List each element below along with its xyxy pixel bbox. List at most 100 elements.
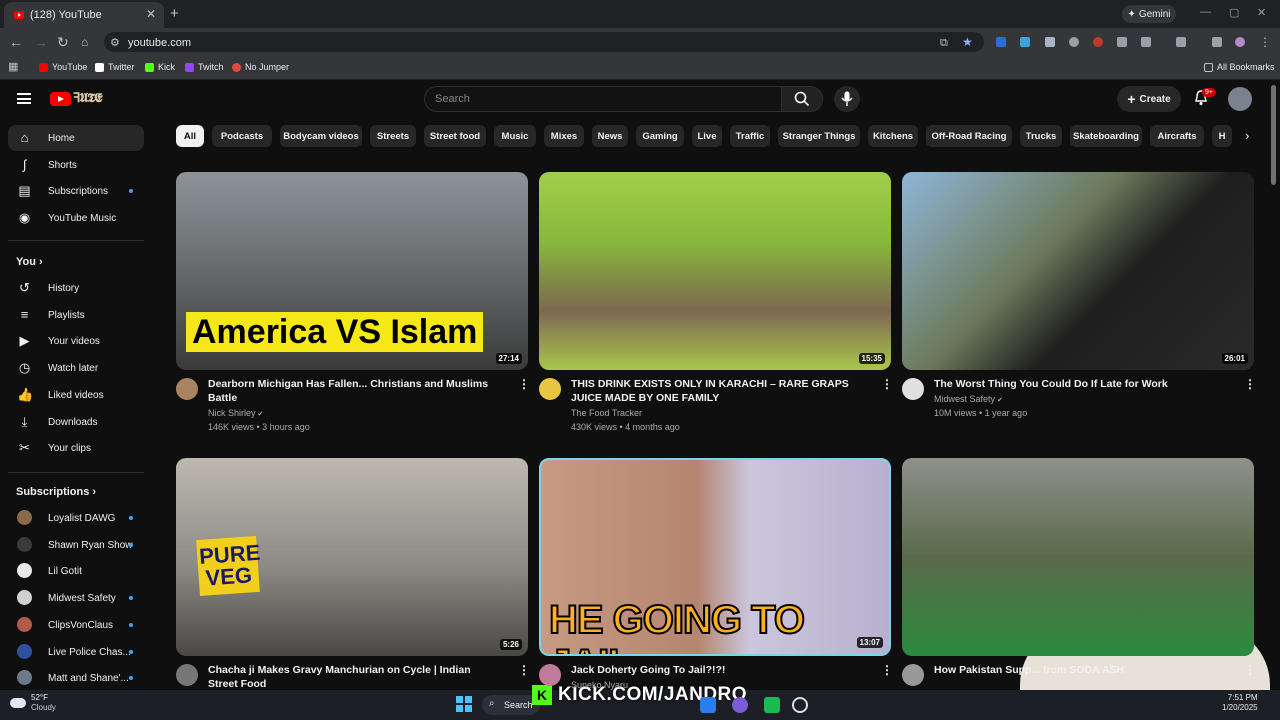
browser-tab[interactable]: (128) YouTube ✕ bbox=[4, 2, 164, 28]
sidebar-item-subscriptions[interactable]: ▤ Subscriptions bbox=[8, 178, 144, 204]
chips-next-chevron-icon[interactable]: › bbox=[1245, 129, 1249, 143]
sidebar-item-midwest-safety[interactable]: Midwest Safety bbox=[8, 585, 144, 611]
sidebar-item-your-videos[interactable]: ▶ Your videos bbox=[8, 328, 144, 354]
video-options-icon[interactable]: ⋮ bbox=[1244, 377, 1256, 391]
video-title[interactable]: Chacha ji Makes Gravy Manchurian on Cycl… bbox=[208, 663, 498, 691]
chip-aircrafts[interactable]: Aircrafts bbox=[1150, 125, 1204, 147]
video-options-icon[interactable]: ⋮ bbox=[881, 663, 893, 677]
channel-avatar[interactable] bbox=[539, 378, 561, 400]
chip-live[interactable]: Live bbox=[692, 125, 722, 147]
sidebar-item-liked-videos[interactable]: 👍 Liked videos bbox=[8, 382, 144, 408]
extensions-puzzle-icon[interactable] bbox=[1141, 37, 1151, 47]
sidebar-item-shorts[interactable]: ∫ Shorts bbox=[8, 152, 144, 178]
video-thumbnail[interactable]: HE GOING TO JAIL 13:07 bbox=[539, 458, 891, 656]
gemini-button[interactable]: ✦ Gemini bbox=[1122, 5, 1176, 23]
youtube-logo-icon[interactable] bbox=[50, 92, 71, 106]
chip-traffic[interactable]: Traffic bbox=[730, 125, 770, 147]
chip-all[interactable]: All bbox=[176, 125, 204, 147]
chip-music[interactable]: Music bbox=[494, 125, 536, 147]
chip-bodycam-videos[interactable]: Bodycam videos bbox=[280, 125, 362, 147]
video-thumbnail[interactable] bbox=[902, 458, 1254, 656]
side-panel-icon[interactable] bbox=[1176, 37, 1186, 47]
channel-avatar[interactable] bbox=[176, 378, 198, 400]
chip-mixes[interactable]: Mixes bbox=[544, 125, 584, 147]
video-options-icon[interactable]: ⋮ bbox=[1244, 663, 1256, 677]
account-avatar[interactable] bbox=[1228, 87, 1252, 111]
sidebar-item-watch-later[interactable]: ◷ Watch later bbox=[8, 355, 144, 381]
extension-1-icon[interactable] bbox=[996, 37, 1006, 47]
maximize-icon[interactable]: ▢ bbox=[1229, 6, 1239, 19]
sidebar-item-home[interactable]: ⌂ Home bbox=[8, 125, 144, 151]
minimize-icon[interactable]: — bbox=[1200, 6, 1211, 18]
extension-3-icon[interactable] bbox=[1045, 37, 1055, 47]
all-bookmarks[interactable]: All Bookmarks bbox=[1204, 62, 1275, 72]
video-title[interactable]: The Worst Thing You Could Do If Late for… bbox=[934, 377, 1224, 391]
bookmark-youtube[interactable]: YouTube bbox=[39, 62, 87, 72]
create-button[interactable]: + Create bbox=[1117, 86, 1181, 112]
reading-list-icon[interactable] bbox=[1212, 37, 1222, 47]
sidebar-item-history[interactable]: ↺ History bbox=[8, 275, 144, 301]
browser-menu-icon[interactable]: ⋮ bbox=[1259, 35, 1271, 49]
brand-doodle[interactable]: ꟻ𝖀𝕿𝕰 bbox=[73, 90, 103, 106]
video-thumbnail[interactable]: America VS Islam 27:14 bbox=[176, 172, 528, 370]
sidebar-item-matt-and-shane[interactable]: Matt and Shane'... bbox=[8, 665, 144, 691]
address-bar[interactable] bbox=[104, 32, 984, 52]
video-options-icon[interactable]: ⋮ bbox=[881, 377, 893, 391]
video-options-icon[interactable]: ⋮ bbox=[518, 377, 530, 391]
new-tab-button[interactable]: + bbox=[170, 5, 179, 22]
sidebar-item-downloads[interactable]: ⤓ Downloads bbox=[8, 409, 144, 435]
video-title[interactable]: Jack Doherty Going To Jail?!?! bbox=[571, 663, 861, 677]
home-browser-icon[interactable]: ⌂ bbox=[81, 35, 88, 49]
chip-streets[interactable]: Streets bbox=[370, 125, 416, 147]
sidebar-item-youtube-music[interactable]: ◉ YouTube Music bbox=[8, 205, 144, 231]
video-title[interactable]: How Pakistan Supp... from SODA ASH bbox=[934, 663, 1224, 677]
search-button[interactable] bbox=[781, 86, 823, 112]
video-thumbnail[interactable]: 15:35 bbox=[539, 172, 891, 370]
taskbar-app-1-icon[interactable] bbox=[700, 697, 716, 713]
channel-avatar[interactable] bbox=[176, 664, 198, 686]
chip-stranger-things[interactable]: Stranger Things bbox=[778, 125, 860, 147]
site-info-icon[interactable]: ⚙ bbox=[110, 36, 120, 50]
sidebar-item-playlists[interactable]: ≡ Playlists bbox=[8, 302, 144, 328]
video-title[interactable]: THIS DRINK EXISTS ONLY IN KARACHI – RARE… bbox=[571, 377, 861, 405]
tab-close-icon[interactable]: ✕ bbox=[146, 7, 156, 21]
channel-avatar[interactable] bbox=[539, 664, 561, 686]
taskbar-app-4-icon[interactable] bbox=[792, 697, 808, 713]
taskbar-app-3-icon[interactable] bbox=[764, 697, 780, 713]
install-app-icon[interactable]: ⧉ bbox=[940, 36, 948, 50]
video-options-icon[interactable]: ⋮ bbox=[518, 663, 530, 677]
profile-icon[interactable] bbox=[1235, 37, 1245, 47]
forward-icon[interactable]: → bbox=[34, 35, 48, 49]
menu-icon[interactable] bbox=[17, 93, 31, 104]
video-thumbnail[interactable]: 26:01 bbox=[902, 172, 1254, 370]
windows-start-icon[interactable] bbox=[456, 696, 472, 712]
bookmark-twitter[interactable]: Twitter bbox=[95, 62, 135, 72]
video-thumbnail[interactable]: PURE VEG 5:26 bbox=[176, 458, 528, 656]
window-close-icon[interactable]: ✕ bbox=[1257, 6, 1266, 19]
sidebar-item-loyalist-dawg[interactable]: Loyalist DAWG bbox=[8, 505, 144, 531]
channel-avatar[interactable] bbox=[902, 664, 924, 686]
apps-grid-icon[interactable]: ▦ bbox=[8, 60, 18, 74]
chip-h[interactable]: H bbox=[1212, 125, 1232, 147]
page-scrollbar[interactable] bbox=[1271, 85, 1276, 185]
sidebar-item-shawn-ryan-show[interactable]: Shawn Ryan Show bbox=[8, 532, 144, 558]
chip-kitchens[interactable]: Kitchens bbox=[868, 125, 918, 147]
sidebar-subscriptions-heading[interactable]: Subscriptions › bbox=[16, 486, 96, 498]
sidebar-item-clipsvonclaus[interactable]: ClipsVonClaus bbox=[8, 612, 144, 638]
sidebar-item-live-police-chas[interactable]: Live Police Chas... bbox=[8, 639, 144, 665]
channel-name[interactable]: Suneko Nyaru bbox=[571, 678, 628, 692]
chip-podcasts[interactable]: Podcasts bbox=[212, 125, 272, 147]
bookmark-no-jumper[interactable]: No Jumper bbox=[232, 62, 289, 72]
search-input[interactable]: Search bbox=[424, 86, 782, 112]
extension-5-icon[interactable] bbox=[1093, 37, 1103, 47]
taskbar-clock[interactable]: 7:51 PM 1/20/2025 bbox=[1222, 693, 1258, 713]
sidebar-you-heading[interactable]: You › bbox=[16, 256, 43, 268]
chip-trucks[interactable]: Trucks bbox=[1020, 125, 1062, 147]
sidebar-item-your-clips[interactable]: ✂ Your clips bbox=[8, 435, 144, 461]
weather-widget[interactable]: 52°F Cloudy bbox=[10, 693, 56, 713]
extension-6-icon[interactable] bbox=[1117, 37, 1127, 47]
chip-gaming[interactable]: Gaming bbox=[636, 125, 684, 147]
bookmark-twitch[interactable]: Twitch bbox=[185, 62, 224, 72]
chip-street-food[interactable]: Street food bbox=[424, 125, 486, 147]
chip-off-road-racing[interactable]: Off-Road Racing bbox=[926, 125, 1012, 147]
